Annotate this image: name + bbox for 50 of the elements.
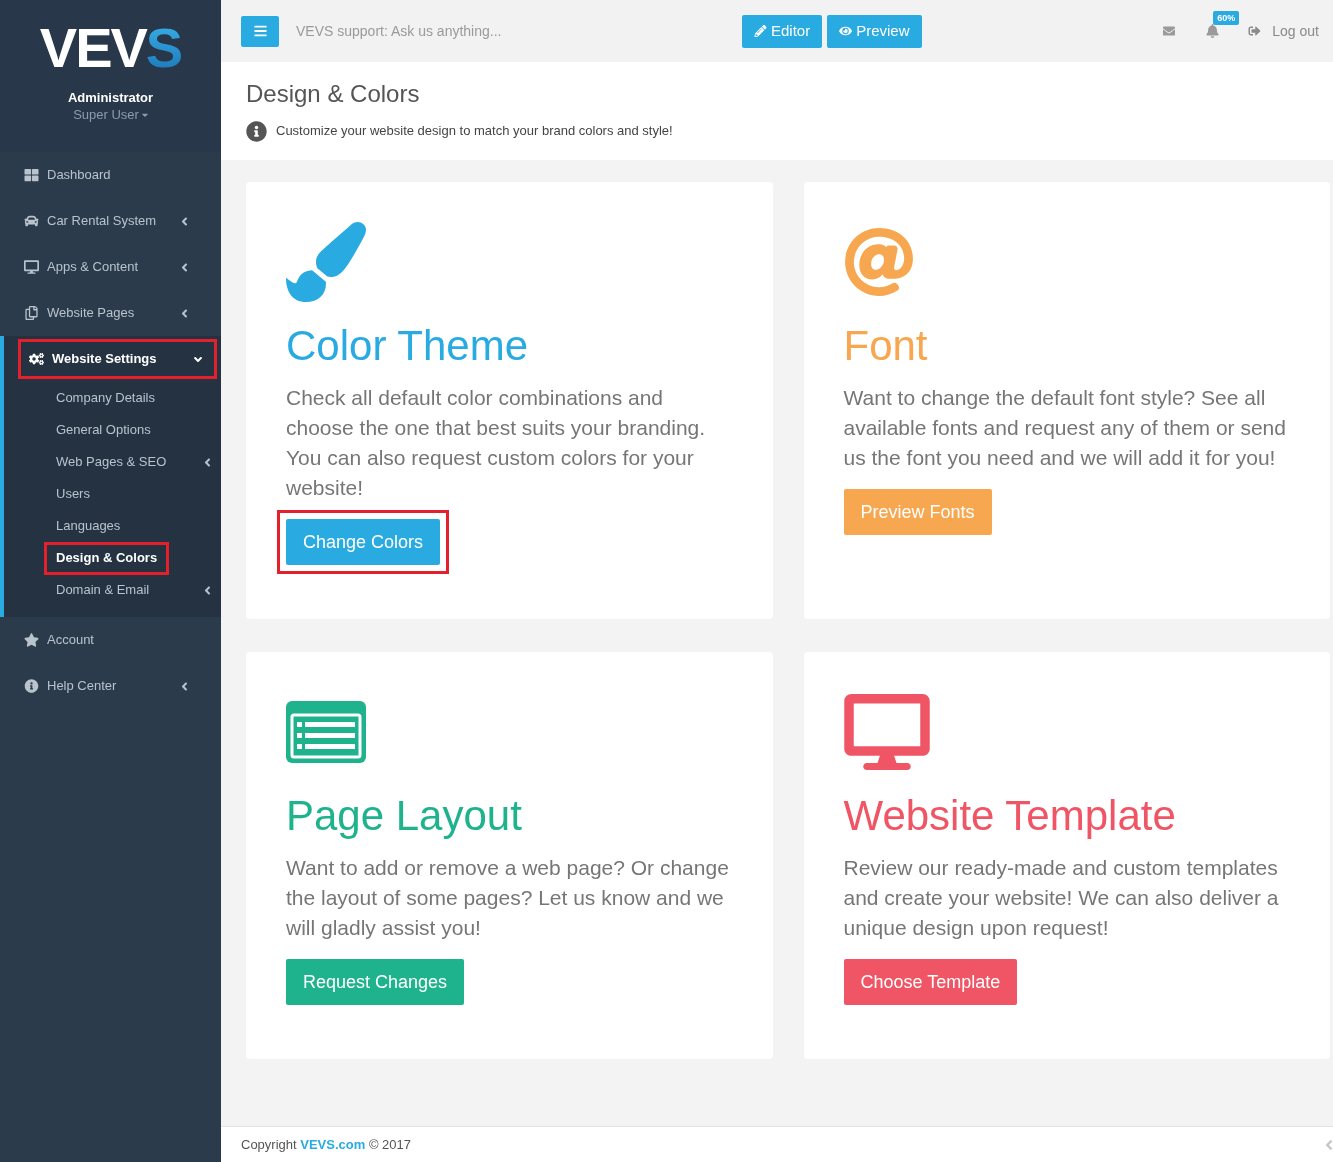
menu-item[interactable]: Dashboard	[18, 155, 203, 195]
submenu-item[interactable]: Users	[44, 477, 102, 511]
card-title: Website Template	[843, 791, 1177, 841]
at-sign-icon	[843, 227, 914, 297]
star-icon	[24, 633, 39, 647]
mail-icon[interactable]	[1162, 25, 1177, 37]
copyright-text: Copyright VEVS.com © 2017	[241, 1135, 412, 1154]
documents-icon	[24, 306, 39, 320]
list-icon	[286, 701, 366, 763]
page-subtitle: Customize your website design to match your brand colors and style!	[276, 122, 673, 141]
menu-toggle-button[interactable]	[241, 15, 279, 47]
sign-out-icon	[1248, 25, 1262, 37]
eye-icon	[839, 25, 853, 37]
info-icon	[24, 679, 39, 693]
monitor-icon	[24, 260, 39, 274]
pencil-icon	[754, 25, 767, 37]
grid-icon	[24, 168, 39, 182]
monitor-icon	[843, 694, 930, 770]
info-icon	[246, 120, 267, 142]
notification-badge: 60%	[1213, 11, 1240, 25]
menu-item[interactable]: Website Settings	[18, 339, 217, 379]
card-title: Font	[843, 321, 929, 371]
role-dropdown[interactable]: Super User	[73, 106, 148, 124]
submenu-item[interactable]: General Options	[44, 413, 163, 447]
menu-icon	[253, 24, 267, 38]
support-field[interactable]: VEVS support: Ask us anything...	[287, 14, 723, 48]
menu-item[interactable]: Account	[18, 620, 203, 660]
submenu-item[interactable]: Domain & Email	[44, 573, 162, 607]
car-icon	[24, 214, 39, 228]
menu-item[interactable]: Car Rental System	[18, 201, 203, 241]
menu-item[interactable]: Apps & Content	[18, 247, 203, 287]
card-title: Page Layout	[286, 791, 523, 841]
menu-item[interactable]: Website Pages	[18, 293, 203, 333]
user-name: Administrator	[67, 90, 154, 106]
submenu-item[interactable]: Web Pages & SEO	[44, 445, 179, 479]
paintbrush-icon	[286, 222, 366, 302]
vevs-logo: VEVS	[39, 20, 182, 76]
gears-icon	[29, 352, 44, 366]
page-title: Design & Colors	[246, 79, 421, 109]
card-description: Review our ready-made and custom templates and create your website! We can also deliver a unique design upon request!	[843, 855, 1280, 941]
card-description: Want to add or remove a web page? Or change the layout of some pages? Let us know and we will gladly assist you!	[286, 855, 730, 941]
submenu-item[interactable]: Languages	[44, 509, 133, 543]
submenu-item[interactable]: Design & Colors	[44, 541, 170, 575]
submenu-item[interactable]: Company Details	[44, 381, 167, 415]
bell-icon[interactable]	[1206, 24, 1220, 38]
menu-item[interactable]: Help Center	[18, 666, 203, 706]
card-description: Check all default color combinations and choose the one that best suits your branding. You can also request custom colors for your website!	[286, 385, 707, 501]
card-action-button[interactable]: Choose Template	[843, 959, 1018, 1005]
card-description: Want to change the default font style? See all available fonts and request any of them or send us the font you need and we will add it for you!	[843, 385, 1287, 471]
card-title: Color Theme	[286, 321, 529, 371]
